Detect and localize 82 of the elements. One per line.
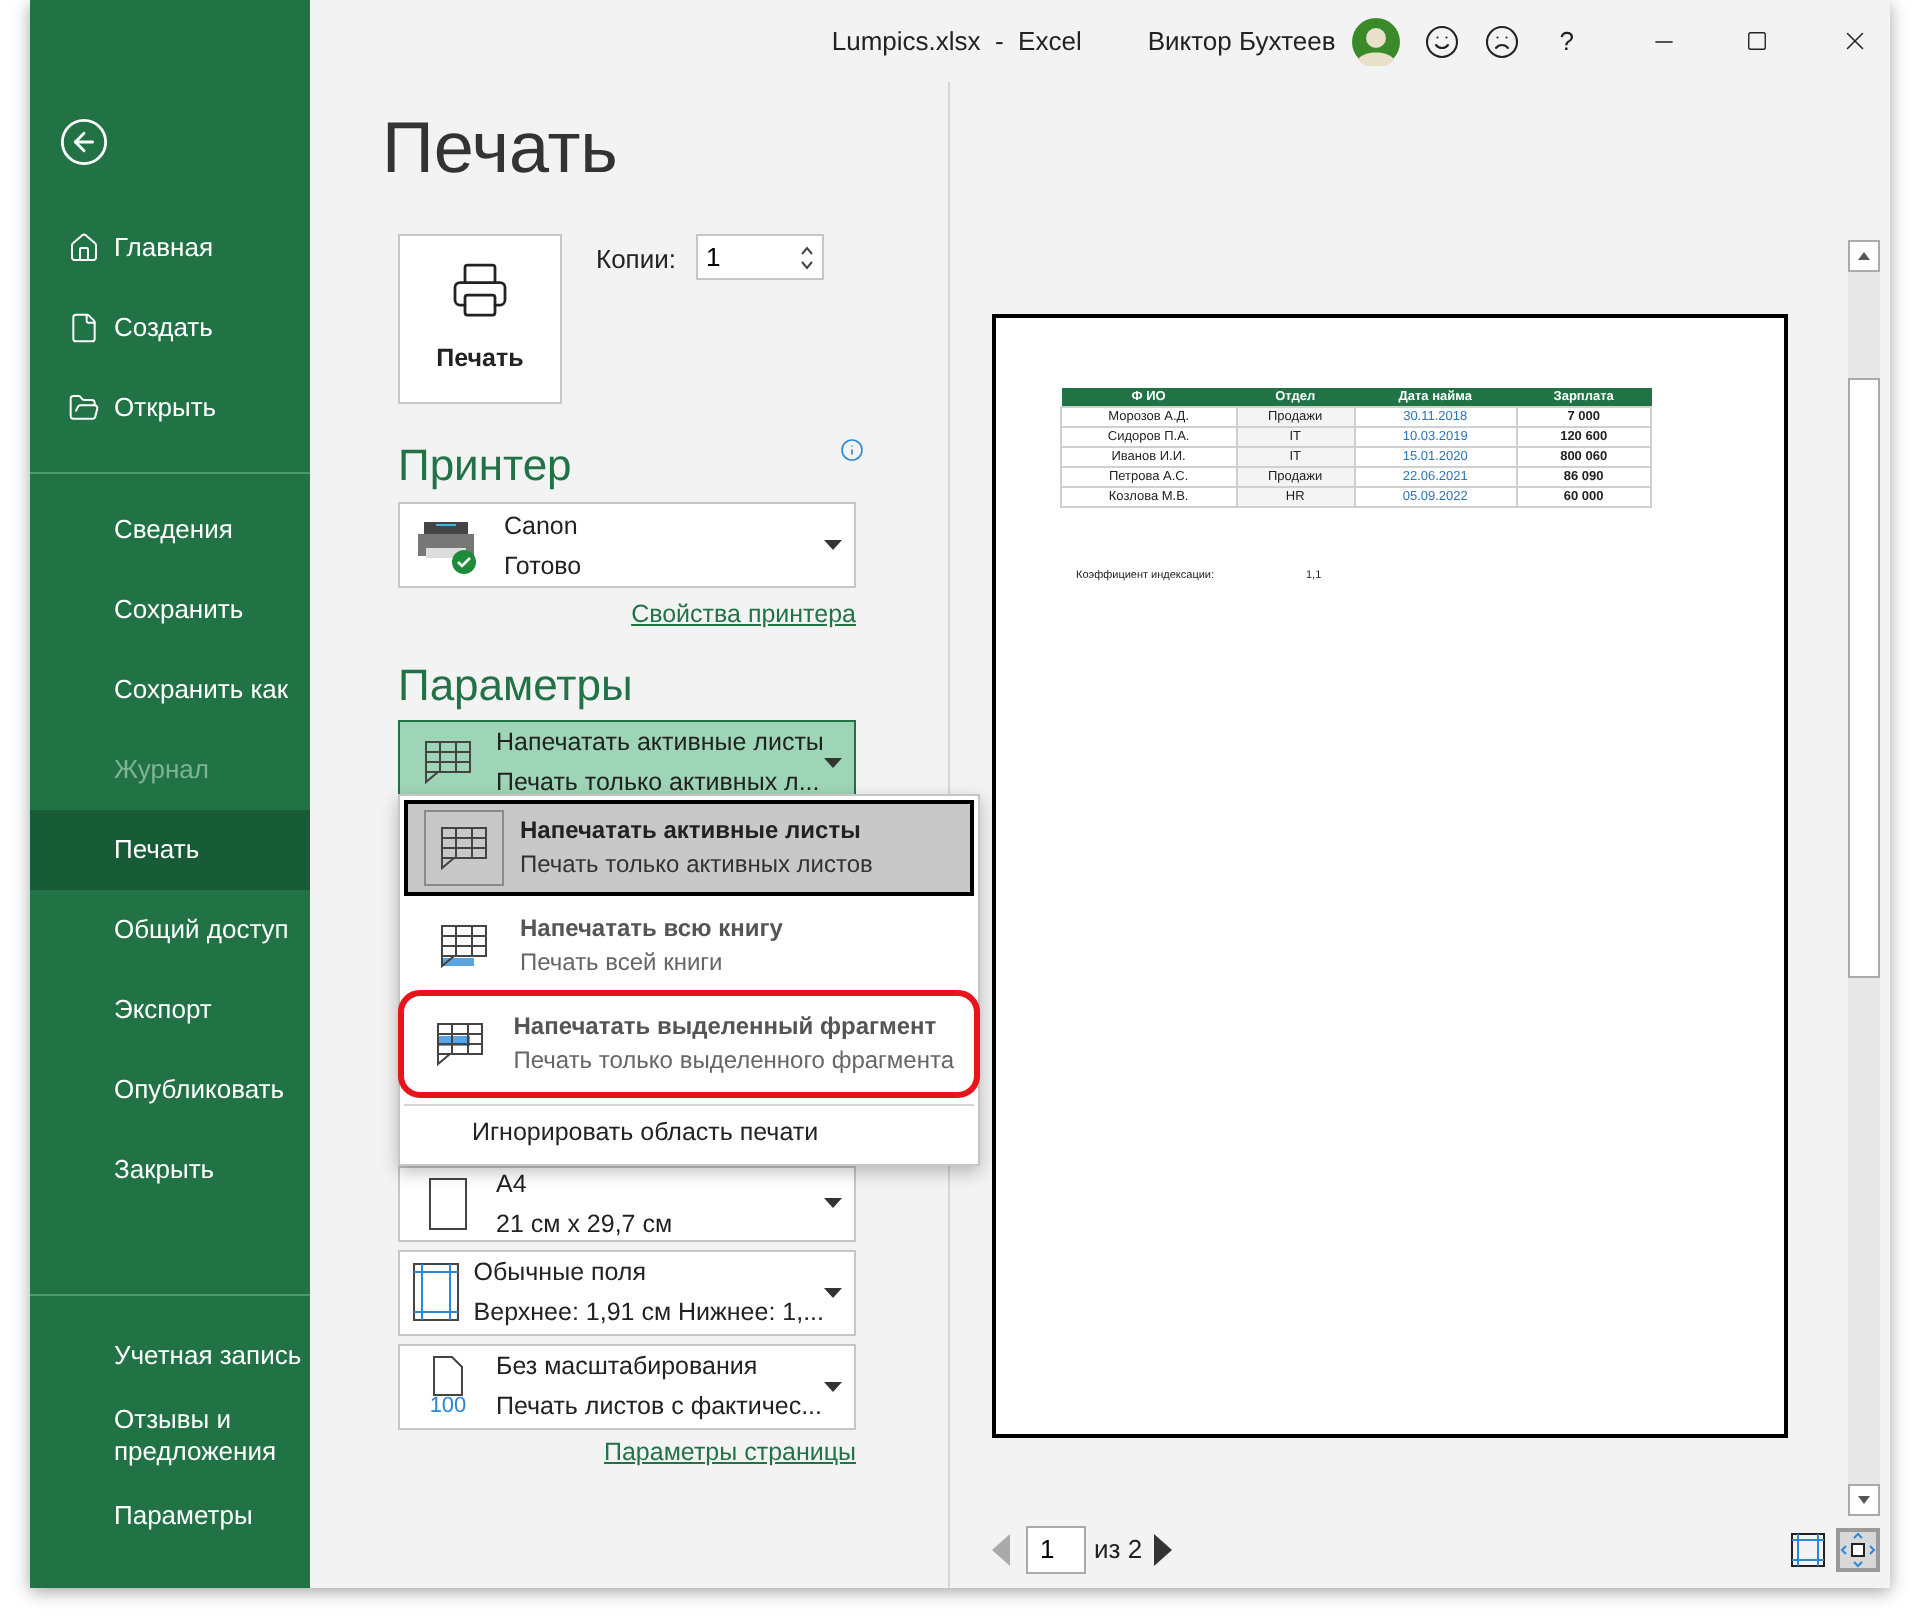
document-icon	[68, 312, 100, 344]
sidebar-item[interactable]: Сведения	[30, 490, 310, 570]
page-icon	[432, 1355, 464, 1396]
option-title: A4	[496, 1167, 529, 1202]
page-icon	[428, 1177, 468, 1230]
option-title: Без масштабирования	[496, 1350, 760, 1385]
menu-item[interactable]: Напечатать всю книгу Печать всей книги	[404, 898, 974, 994]
option-title: Напечатать активные листы	[520, 814, 863, 848]
sidebar-item[interactable]: Отзывы и предложения	[30, 1396, 310, 1476]
printer-dropdown[interactable]: Canon Готово	[398, 502, 856, 588]
scrollbar[interactable]	[1848, 240, 1880, 1516]
option-subtitle: Печать только активных листов	[520, 848, 873, 882]
option-subtitle: Печать листов с фактичес...	[496, 1390, 824, 1425]
copies-field[interactable]: 1	[695, 234, 824, 280]
folder-icon	[68, 392, 100, 424]
sidebar-item[interactable]: Сохранить как	[30, 650, 310, 730]
show-margins-icon[interactable]	[1788, 1530, 1828, 1570]
smiley-icon[interactable]	[1423, 23, 1460, 59]
info-icon[interactable]	[840, 438, 864, 462]
menu-item[interactable]: Напечатать выделенный фрагмент Печать только выделенного фрагмента	[404, 996, 974, 1092]
sheet-grid-icon	[432, 1018, 489, 1070]
caret-icon	[824, 1381, 842, 1392]
caret-icon	[824, 540, 842, 550]
printer-status: Готово	[504, 549, 584, 583]
maximize-icon[interactable]	[1746, 30, 1768, 52]
spinner-icon[interactable]	[799, 243, 814, 271]
sheet-grid-icon	[436, 920, 492, 972]
scroll-down-icon[interactable]	[1848, 1484, 1880, 1516]
settings-dropdown[interactable]: A4 21 см x 29,7 см	[398, 1165, 856, 1242]
sheet-grid-icon	[436, 822, 492, 874]
scale-value: 100	[429, 1395, 467, 1418]
sidebar-item[interactable]: Параметры	[30, 1476, 310, 1556]
settings-dropdown[interactable]: Обычные поля Верхнее: 1,91 см Нижнее: 1,...	[398, 1249, 856, 1336]
frown-icon[interactable]	[1483, 23, 1520, 59]
user-name: Виктор Бухтеев	[1147, 23, 1336, 60]
next-page-icon[interactable]	[1154, 1534, 1173, 1566]
section-heading: Принтер	[398, 438, 572, 494]
option-subtitle: Верхнее: 1,91 см Нижнее: 1,...	[473, 1296, 824, 1331]
option-subtitle: 21 см x 29,7 см	[496, 1207, 675, 1242]
option-title: Напечатать всю книгу	[520, 912, 783, 946]
option-subtitle: Печать только активных л...	[496, 766, 822, 801]
sidebar-item[interactable]: Открыть	[30, 368, 310, 448]
option-title: Напечатать выделенный фрагмент	[513, 1010, 939, 1044]
scroll-thumb[interactable]	[1848, 378, 1880, 978]
printer-icon	[450, 260, 510, 321]
copies-label: Копии:	[596, 242, 676, 272]
sidebar-item[interactable]: Печать	[30, 810, 310, 890]
sidebar-item[interactable]: Учетная запись	[30, 1316, 310, 1396]
margins-icon	[412, 1262, 461, 1323]
scroll-up-icon[interactable]	[1848, 240, 1880, 272]
menu-item[interactable]: Игнорировать область печати	[472, 1114, 819, 1152]
caret-icon	[824, 1198, 842, 1209]
back-icon[interactable]	[58, 116, 110, 168]
page-setup-link[interactable]: Параметры страницы	[603, 1433, 856, 1471]
zoom-to-page-icon[interactable]	[1836, 1528, 1880, 1572]
sheet-grid-icon	[420, 736, 476, 789]
settings-dropdown[interactable]: 100 Без масштабирования Печать листов с фактичес...	[398, 1343, 856, 1430]
page-count: из 2	[1094, 1532, 1143, 1569]
caret-icon	[824, 1287, 842, 1298]
sidebar-item[interactable]: Главная	[30, 208, 310, 288]
help-button[interactable]: ?	[1559, 21, 1574, 61]
window-title: Lumpics.xlsx - Excel	[831, 23, 1082, 60]
option-subtitle: Печать всей книги	[520, 946, 725, 980]
avatar[interactable]	[1351, 17, 1400, 65]
sidebar-item[interactable]: Закрыть	[30, 1130, 310, 1210]
sidebar-item[interactable]: Сохранить	[30, 570, 310, 650]
sidebar-item[interactable]: Экспорт	[30, 970, 310, 1050]
page-number-field[interactable]: 1	[1026, 1526, 1086, 1574]
section-heading: Параметры	[398, 657, 635, 714]
print-button[interactable]: Печать	[398, 234, 562, 404]
option-title: Напечатать активные листы	[496, 726, 824, 761]
menu-item[interactable]: Напечатать активные листы Печать только активных листов	[404, 800, 974, 896]
home-icon	[68, 232, 100, 264]
option-subtitle: Печать только выделенного фрагмента	[513, 1044, 954, 1078]
sidebar-item[interactable]: Опубликовать	[30, 1050, 310, 1130]
option-title: Обычные поля	[473, 1256, 648, 1291]
printer-name: Canon	[504, 509, 580, 543]
page-title: Печать	[382, 108, 620, 188]
sidebar-item[interactable]: Общий доступ	[30, 890, 310, 970]
printer-properties-link[interactable]: Свойства принтера	[631, 596, 856, 634]
sidebar-item[interactable]: Создать	[30, 288, 310, 368]
caret-icon	[824, 757, 842, 768]
